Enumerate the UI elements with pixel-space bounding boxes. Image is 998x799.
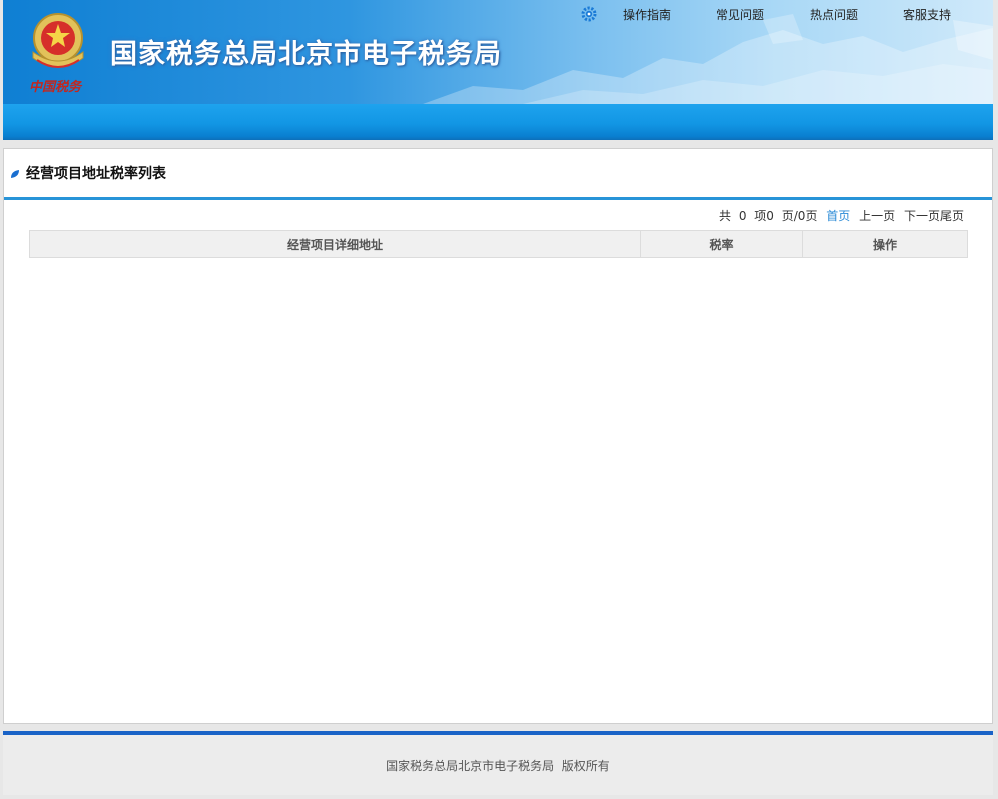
gear-icon (581, 6, 597, 22)
pager-prev-link[interactable]: 上一页 (859, 209, 895, 223)
col-rate-header: 税率 (640, 230, 803, 258)
nav-faq-link[interactable]: 常见问题 (716, 6, 764, 23)
logo-text: 中国税务 (29, 80, 82, 95)
pager-total-prefix: 共 (718, 209, 731, 223)
pager-last-link[interactable]: 尾页 (940, 209, 964, 223)
table-header-row: 经营项目详细地址 税率 操作 (29, 230, 968, 258)
main-panel: 经营项目地址税率列表 共 0 项0 页/0页 首页 上一页 下一页尾页 经营项目… (3, 148, 993, 724)
nav-support-link[interactable]: 客服支持 (903, 6, 951, 23)
panel-header: 经营项目地址税率列表 (4, 149, 992, 200)
col-address-header: 经营项目详细地址 (29, 230, 641, 258)
pager-next-link[interactable]: 下一页 (904, 209, 940, 223)
col-action-header: 操作 (802, 230, 968, 258)
copyright-text: 国家税务总局北京市电子税务局 版权所有 (386, 759, 610, 773)
pagination: 共 0 项0 页/0页 首页 上一页 下一页尾页 (719, 207, 964, 224)
site-footer: 国家税务总局北京市电子税务局 版权所有 (3, 731, 993, 795)
leaf-icon (10, 168, 20, 178)
pager-total-count: 0 (738, 209, 747, 223)
site-header: 中国税务 国家税务总局北京市电子税务局 操作指南 常见问题 热点问题 客服支持 (3, 0, 993, 104)
pager-page-info: 页/0页 (781, 209, 818, 223)
site-title: 国家税务总局北京市电子税务局 (110, 39, 502, 70)
nav-hot-topics-link[interactable]: 热点问题 (810, 6, 858, 23)
tax-emblem-icon: 中国税务 (23, 8, 93, 98)
nav-guide-link[interactable]: 操作指南 (623, 6, 671, 23)
pager-total-suffix: 项0 (754, 209, 774, 223)
rate-table: 经营项目详细地址 税率 操作 (29, 230, 968, 258)
pager-first-link[interactable]: 首页 (826, 209, 850, 223)
page-title: 经营项目地址税率列表 (26, 166, 166, 182)
header-band (3, 104, 993, 140)
